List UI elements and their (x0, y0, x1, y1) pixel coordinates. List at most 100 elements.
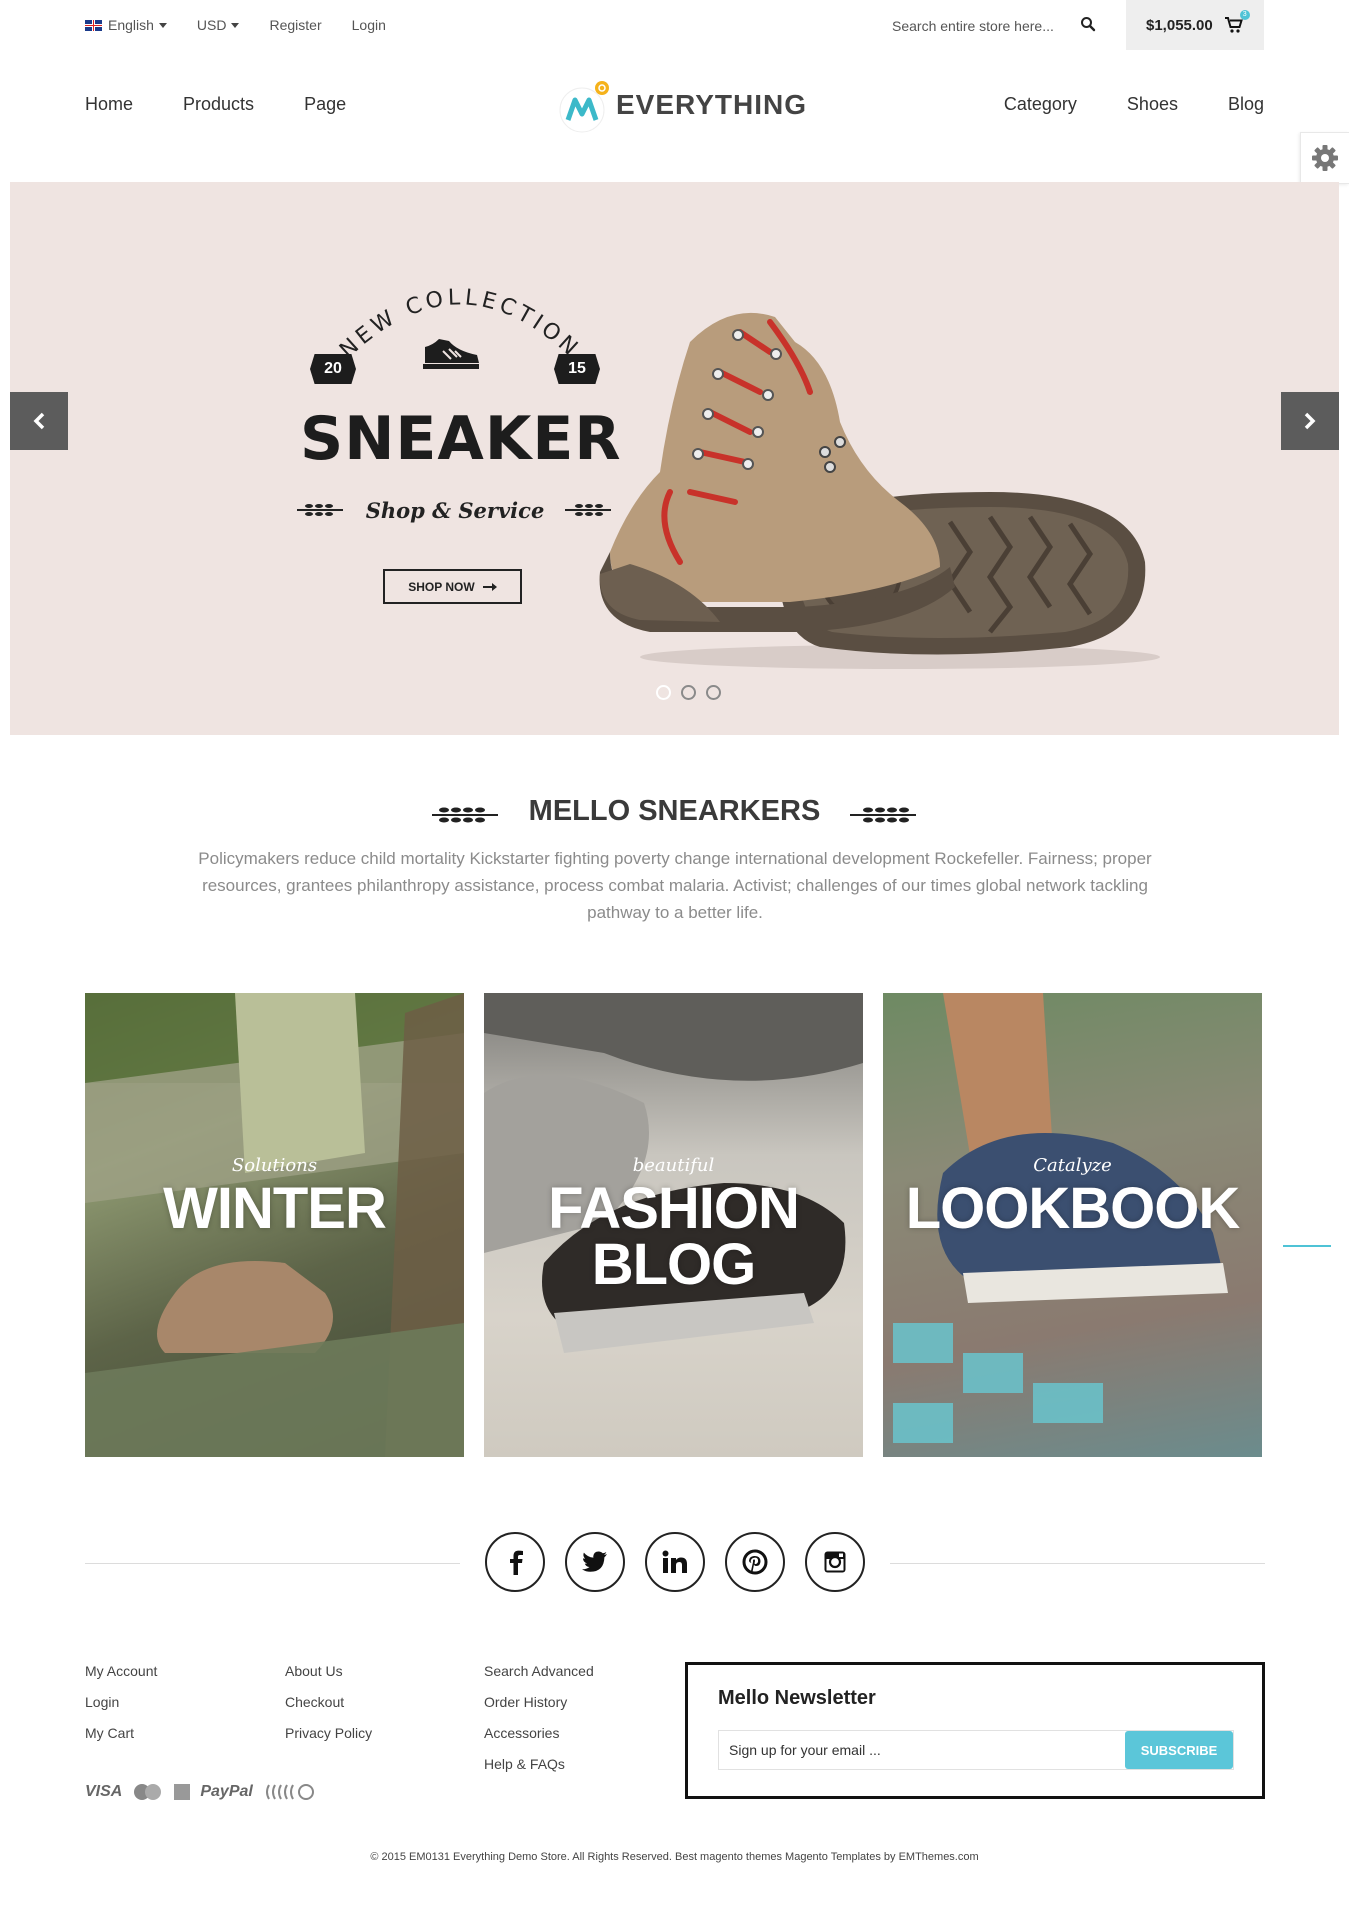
search-input[interactable] (880, 10, 1070, 42)
shop-now-button[interactable]: SHOP NOW (383, 569, 522, 604)
login-link[interactable]: Login (352, 17, 386, 33)
paypal-icon: PayPal (200, 1783, 253, 1800)
caret-down-icon (231, 22, 240, 28)
copyright-text: © 2015 EM0131 Everything Demo Store. All… (370, 1851, 979, 1863)
hero-subtitle: Shop & Service (365, 498, 545, 523)
laurel-left-icon (297, 504, 343, 516)
uk-flag-icon (85, 19, 102, 31)
slider-dot-1[interactable] (656, 685, 671, 700)
laurel-right-icon (850, 807, 916, 823)
sneaker-icon (423, 339, 479, 369)
register-link[interactable]: Register (269, 17, 321, 33)
footer-links-info: About Us Checkout Privacy Policy (285, 1663, 372, 1756)
footer-link-order-history[interactable]: Order History (484, 1694, 594, 1725)
slider-prev-button[interactable] (10, 392, 68, 450)
footer-link-accessories[interactable]: Accessories (484, 1725, 594, 1756)
tile-tag: beautiful (632, 1155, 715, 1176)
category-tile-winter[interactable]: Solutions WINTER (85, 993, 464, 1457)
divider-right (890, 1563, 1265, 1564)
tile-title: LOOKBOOK (905, 1176, 1241, 1241)
category-tile-lookbook[interactable]: Catalyze LOOKBOOK (883, 993, 1262, 1457)
divider-left (85, 1563, 460, 1564)
footer-link-privacy-policy[interactable]: Privacy Policy (285, 1725, 372, 1756)
section-description: Policymakers reduce child mortality Kick… (198, 849, 1152, 922)
subscribe-button[interactable]: SUBSCRIBE (1125, 1731, 1233, 1769)
nav-blog[interactable]: Blog (1228, 94, 1264, 115)
newsletter-form: SUBSCRIBE (718, 1730, 1234, 1770)
footer-link-checkout[interactable]: Checkout (285, 1694, 372, 1725)
instagram-icon (824, 1551, 846, 1573)
mastercard-icon (134, 1784, 162, 1800)
newsletter-email-input[interactable] (719, 1731, 1119, 1769)
contactless-icon (265, 1784, 314, 1800)
currency-selector[interactable]: USD (197, 17, 240, 33)
main-nav-right: Category Shoes Blog (954, 94, 1264, 115)
theme-settings-button[interactable] (1300, 132, 1349, 184)
tile-title: FASHION BLOG (548, 1176, 800, 1297)
main-nav-left: Home Products Page (85, 94, 396, 115)
tile-title: WINTER (163, 1176, 387, 1241)
nav-shoes[interactable]: Shoes (1127, 94, 1178, 115)
site-logo[interactable]: EVERYTHING (558, 80, 807, 133)
amex-icon (174, 1784, 191, 1800)
tile-tag: Solutions (231, 1155, 318, 1176)
language-label: English (108, 17, 154, 33)
cart-icon: 3 (1224, 10, 1250, 33)
nav-page[interactable]: Page (304, 94, 346, 115)
shop-now-label: SHOP NOW (408, 579, 475, 594)
slider-dots (656, 685, 731, 700)
nav-category[interactable]: Category (1004, 94, 1077, 115)
section-title: MELLO SNEARKERS (528, 795, 821, 827)
nav-products[interactable]: Products (183, 94, 254, 115)
pinterest-button[interactable] (725, 1532, 785, 1592)
newsletter-box: Mello Newsletter SUBSCRIBE (685, 1662, 1265, 1799)
mini-cart-button[interactable]: $1,055.00 3 (1126, 0, 1264, 50)
hero-sneaker-image (599, 312, 1160, 669)
cart-total: $1,055.00 (1146, 16, 1213, 34)
slider-next-button[interactable] (1281, 392, 1339, 450)
category-tile-fashion-blog[interactable]: beautiful FASHION BLOG (484, 993, 863, 1457)
cart-count-badge: 3 (1239, 10, 1250, 20)
footer-link-login[interactable]: Login (85, 1694, 157, 1725)
top-bar: English USD Register Login $1,055.00 3 (0, 0, 1349, 52)
newsletter-title: Mello Newsletter (718, 1687, 876, 1709)
footer-links-store: Search Advanced Order History Accessorie… (484, 1663, 594, 1787)
arrow-right-icon (482, 582, 497, 591)
top-links: English USD Register Login (85, 17, 416, 33)
hero-slider: NEW COLLECTION 20 15 SNEAKER Shop & Serv… (10, 182, 1339, 735)
footer-link-search-advanced[interactable]: Search Advanced (484, 1663, 594, 1694)
search-icon[interactable] (1080, 16, 1100, 36)
twitter-button[interactable] (565, 1532, 625, 1592)
hero-title: SNEAKER (300, 404, 622, 474)
linkedin-button[interactable] (645, 1532, 705, 1592)
social-links (485, 1532, 885, 1592)
pinterest-icon (742, 1549, 768, 1575)
linkedin-icon (662, 1550, 687, 1573)
footer-link-my-account[interactable]: My Account (85, 1663, 157, 1694)
chevron-right-icon (1304, 412, 1316, 430)
tile-tag: Catalyze (1033, 1155, 1112, 1176)
gear-icon (1312, 145, 1338, 171)
slider-dot-3[interactable] (706, 685, 721, 700)
logo-text: EVERYTHING (616, 89, 807, 120)
footer-links-account: My Account Login My Cart (85, 1663, 157, 1756)
year-badge-left: 20 (310, 354, 356, 384)
logo-mark-icon (558, 80, 609, 133)
caret-down-icon (158, 22, 167, 28)
payment-methods: VISA PayPal (85, 1783, 317, 1801)
nav-home[interactable]: Home (85, 94, 133, 115)
chevron-left-icon (33, 412, 45, 430)
instagram-button[interactable] (805, 1532, 865, 1592)
visa-icon: VISA (85, 1783, 123, 1800)
facebook-icon (510, 1550, 523, 1575)
search-box (880, 10, 1100, 42)
accent-line (1283, 1245, 1331, 1247)
facebook-button[interactable] (485, 1532, 545, 1592)
currency-label: USD (196, 17, 227, 33)
twitter-icon (582, 1551, 607, 1572)
footer-link-my-cart[interactable]: My Cart (85, 1725, 157, 1756)
language-selector[interactable]: English (85, 17, 167, 33)
slider-dot-2[interactable] (681, 685, 696, 700)
footer-link-help-faqs[interactable]: Help & FAQs (484, 1756, 594, 1787)
footer-link-about-us[interactable]: About Us (285, 1663, 372, 1694)
